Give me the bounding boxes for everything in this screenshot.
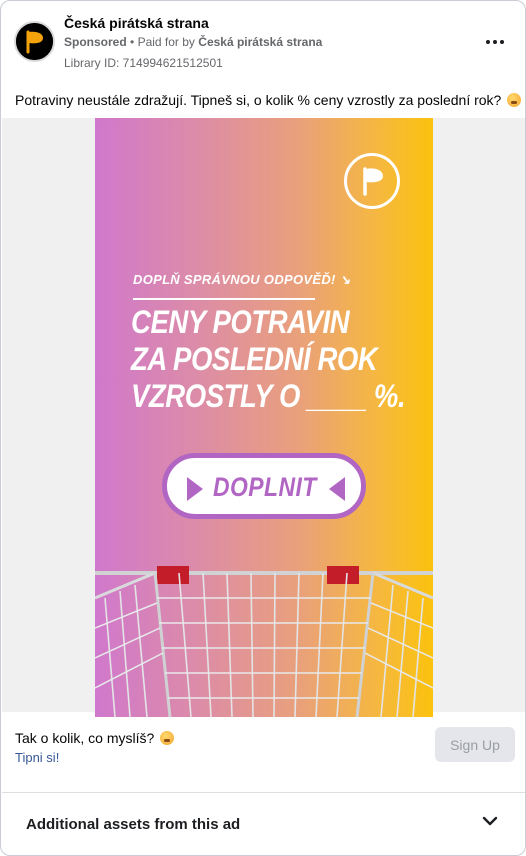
ad-card: Česká pirátská strana Sponsored • Paid f… bbox=[0, 0, 526, 856]
page-avatar[interactable] bbox=[14, 21, 55, 62]
additional-assets-label: Additional assets from this ad bbox=[26, 816, 241, 833]
play-arrow-icon bbox=[187, 477, 203, 501]
headline-line-2: ZA POSLEDNÍ ROK bbox=[131, 341, 378, 377]
more-horizontal-icon bbox=[486, 40, 490, 44]
separator-dot: • bbox=[130, 35, 135, 49]
ad-body-text-content: Potraviny neustále zdražují. Tipneš si, … bbox=[15, 92, 502, 108]
back-arrow-icon bbox=[329, 477, 345, 501]
ad-body-text: Potraviny neustále zdražují. Tipneš si, … bbox=[15, 92, 522, 108]
tipni-si-link[interactable]: Tipni si! bbox=[15, 750, 59, 765]
sign-up-button[interactable]: Sign Up bbox=[435, 727, 515, 762]
doplnit-label: DOPLNIT bbox=[213, 472, 317, 502]
creative-prompt: DOPLŇ SPRÁVNOU ODPOVĚĎ! ↘ bbox=[133, 272, 351, 287]
prompt-underline bbox=[133, 298, 315, 300]
paid-for-prefix: Paid for by bbox=[137, 35, 195, 49]
headline-line-3: VZROSTLY O ____ %. bbox=[131, 378, 406, 414]
more-options-button[interactable] bbox=[479, 31, 511, 53]
library-id: Library ID: 714994621512501 bbox=[64, 56, 223, 70]
headline-line-1: CENY POTRAVIN bbox=[131, 304, 350, 340]
thinking-face-emoji-icon bbox=[160, 731, 175, 745]
caption-text: Tak o kolik, co myslíš? bbox=[15, 730, 155, 746]
sponsored-label: Sponsored bbox=[64, 35, 127, 49]
additional-assets-toggle[interactable]: Additional assets from this ad bbox=[2, 793, 525, 855]
sponsored-line: Sponsored • Paid for by Česká pirátská s… bbox=[64, 35, 322, 49]
ad-header: Česká pirátská strana Sponsored • Paid f… bbox=[1, 1, 525, 81]
shopping-cart-icon bbox=[95, 566, 433, 717]
page-name[interactable]: Česká pirátská strana bbox=[64, 15, 209, 31]
thinking-face-emoji-icon bbox=[507, 93, 522, 107]
ad-caption: Tak o kolik, co myslíš? bbox=[15, 730, 175, 746]
chevron-down-icon bbox=[482, 816, 498, 826]
pirate-flag-logo-icon bbox=[16, 23, 53, 60]
paid-for-by: Česká pirátská strana bbox=[198, 35, 323, 49]
creative-headline: CENY POTRAVIN ZA POSLEDNÍ ROK VZROSTLY O… bbox=[131, 304, 406, 415]
doplnit-button[interactable]: DOPLNIT bbox=[162, 453, 366, 519]
pirate-logo-icon bbox=[344, 153, 400, 209]
ad-creative-image[interactable]: DOPLŇ SPRÁVNOU ODPOVĚĎ! ↘ CENY POTRAVIN … bbox=[95, 118, 433, 717]
